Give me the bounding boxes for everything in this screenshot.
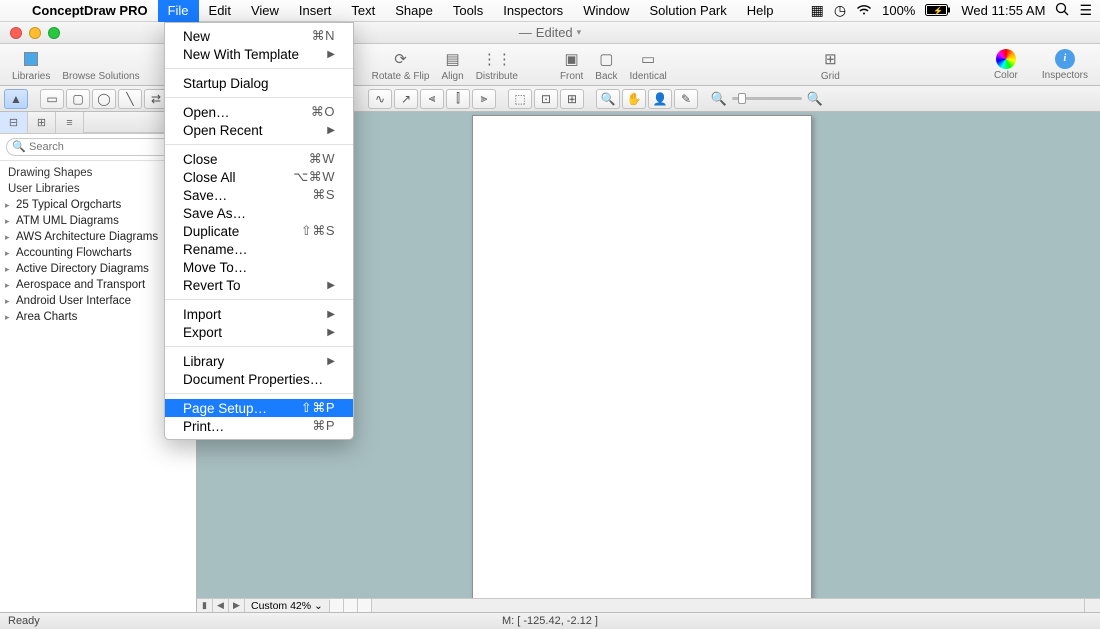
- zoom-dropdown[interactable]: Custom 42% ⌄: [245, 600, 330, 612]
- menu-item-save-as[interactable]: Save As…: [165, 204, 353, 222]
- align-right-tool[interactable]: ⫸: [472, 89, 496, 109]
- rotate-flip-button[interactable]: ⟳ Rotate & Flip: [366, 48, 436, 82]
- zoom-in-icon[interactable]: 🔍: [806, 90, 824, 108]
- zoom-tool[interactable]: 🔍: [596, 89, 620, 109]
- menubar-clock[interactable]: Wed 11:55 AM: [961, 3, 1045, 18]
- rounded-rect-tool[interactable]: ▢: [66, 89, 90, 109]
- menu-item-close-all[interactable]: Close All⌥⌘W: [165, 168, 353, 186]
- line-tool[interactable]: ╲: [118, 89, 142, 109]
- scroll-left[interactable]: ◀: [213, 599, 229, 613]
- menu-item-open[interactable]: Open…⌘O: [165, 103, 353, 121]
- spline-tool[interactable]: ∿: [368, 89, 392, 109]
- menu-window[interactable]: Window: [573, 0, 639, 22]
- libraries-button[interactable]: Libraries: [6, 48, 56, 82]
- status-bar: Ready M: [ -125.42, -2.12 ]: [0, 612, 1100, 629]
- lock-tool[interactable]: ⊞: [560, 89, 584, 109]
- menu-item-rename[interactable]: Rename…: [165, 240, 353, 258]
- bottom-scrollbar: ▮ ◀ ▶ Custom 42% ⌄: [197, 598, 1084, 612]
- menu-insert[interactable]: Insert: [289, 0, 342, 22]
- align-center-tool[interactable]: ⫿: [446, 89, 470, 109]
- zoom-out-icon[interactable]: 🔍: [710, 90, 728, 108]
- menu-item-new-with-template[interactable]: New With Template▶: [165, 45, 353, 63]
- scroll-stop[interactable]: ▮: [197, 599, 213, 613]
- zoom-slider[interactable]: [732, 97, 802, 100]
- document-title[interactable]: Unsaved ConceptDraw PRO Document - Page1…: [519, 25, 581, 40]
- color-button[interactable]: Color: [988, 49, 1024, 81]
- battery-icon[interactable]: ⚡: [925, 3, 951, 19]
- menu-view[interactable]: View: [241, 0, 289, 22]
- inspectors-button[interactable]: i Inspectors: [1036, 49, 1094, 81]
- battery-percent: 100%: [882, 3, 915, 18]
- list-view-tab[interactable]: ≡: [56, 112, 84, 133]
- grid-view-tab[interactable]: ⊞: [28, 112, 56, 133]
- mac-menubar: ConceptDraw PRO FileEditViewInsertTextSh…: [0, 0, 1100, 22]
- minimize-window-icon[interactable]: [29, 27, 41, 39]
- menu-help[interactable]: Help: [737, 0, 784, 22]
- menu-item-duplicate[interactable]: Duplicate⇧⌘S: [165, 222, 353, 240]
- page-tab[interactable]: [330, 599, 344, 613]
- page-tab[interactable]: [358, 599, 372, 613]
- menu-inspectors[interactable]: Inspectors: [493, 0, 573, 22]
- menu-solution-park[interactable]: Solution Park: [639, 0, 736, 22]
- svg-text:⚡: ⚡: [933, 5, 943, 15]
- browse-solutions-button[interactable]: Browse Solutions: [56, 48, 145, 82]
- menu-item-revert-to[interactable]: Revert To▶: [165, 276, 353, 294]
- status-ready: Ready: [8, 615, 40, 627]
- wifi-icon[interactable]: [856, 3, 872, 19]
- grid-button[interactable]: ⊞ Grid: [813, 48, 847, 82]
- ellipse-tool[interactable]: ◯: [92, 89, 116, 109]
- clock-status-icon[interactable]: ◷: [834, 2, 846, 19]
- identical-button[interactable]: ▭ Identical: [624, 48, 673, 82]
- align-left-tool[interactable]: ⫷: [420, 89, 444, 109]
- menu-item-open-recent[interactable]: Open Recent▶: [165, 121, 353, 139]
- menu-item-import[interactable]: Import▶: [165, 305, 353, 323]
- spotlight-icon[interactable]: [1055, 2, 1069, 19]
- eyedropper-tool[interactable]: 👤: [648, 89, 672, 109]
- arrow-tool[interactable]: ↗: [394, 89, 418, 109]
- app-name[interactable]: ConceptDraw PRO: [22, 3, 158, 18]
- menu-item-print[interactable]: Print…⌘P: [165, 417, 353, 435]
- group-tool[interactable]: ⬚: [508, 89, 532, 109]
- chevron-down-icon[interactable]: ▾: [577, 27, 582, 38]
- tree-view-tab[interactable]: ⊟: [0, 112, 28, 133]
- hand-tool[interactable]: ✋: [622, 89, 646, 109]
- back-button[interactable]: ▢ Back: [589, 48, 623, 82]
- menu-shape[interactable]: Shape: [385, 0, 443, 22]
- page-tab[interactable]: [344, 599, 358, 613]
- dashboard-icon[interactable]: ▦: [811, 2, 824, 19]
- scroll-right[interactable]: ▶: [229, 599, 245, 613]
- scroll-corner: [1084, 598, 1100, 612]
- menu-edit[interactable]: Edit: [199, 0, 241, 22]
- ungroup-tool[interactable]: ⊡: [534, 89, 558, 109]
- zoom-window-icon[interactable]: [48, 27, 60, 39]
- distribute-button[interactable]: ⋮⋮ Distribute: [470, 48, 524, 82]
- menu-file[interactable]: File: [158, 0, 199, 22]
- search-input[interactable]: [6, 138, 190, 156]
- menu-item-document-properties[interactable]: Document Properties…: [165, 370, 353, 388]
- page-canvas[interactable]: [472, 115, 812, 600]
- menu-item-library[interactable]: Library▶: [165, 352, 353, 370]
- menu-text[interactable]: Text: [341, 0, 385, 22]
- menu-item-startup-dialog[interactable]: Startup Dialog: [165, 74, 353, 92]
- menu-item-save[interactable]: Save…⌘S: [165, 186, 353, 204]
- menu-item-page-setup[interactable]: Page Setup…⇧⌘P: [165, 399, 353, 417]
- close-window-icon[interactable]: [10, 27, 22, 39]
- menu-item-move-to[interactable]: Move To…: [165, 258, 353, 276]
- menu-item-export[interactable]: Export▶: [165, 323, 353, 341]
- search-icon: 🔍: [12, 140, 26, 153]
- menu-item-new[interactable]: New⌘N: [165, 27, 353, 45]
- file-menu-dropdown: New⌘NNew With Template▶ Startup Dialog Ope…: [164, 22, 354, 440]
- align-button[interactable]: ▤ Align: [435, 48, 469, 82]
- menu-item-close[interactable]: Close⌘W: [165, 150, 353, 168]
- rect-tool[interactable]: ▭: [40, 89, 64, 109]
- notifications-icon[interactable]: ☰: [1079, 2, 1092, 19]
- menu-tools[interactable]: Tools: [443, 0, 493, 22]
- front-button[interactable]: ▣ Front: [554, 48, 589, 82]
- pointer-tool[interactable]: ▲: [4, 89, 28, 109]
- status-mouse: M: [ -125.42, -2.12 ]: [502, 615, 598, 627]
- traffic-lights: [0, 27, 60, 39]
- edit-tool[interactable]: ✎: [674, 89, 698, 109]
